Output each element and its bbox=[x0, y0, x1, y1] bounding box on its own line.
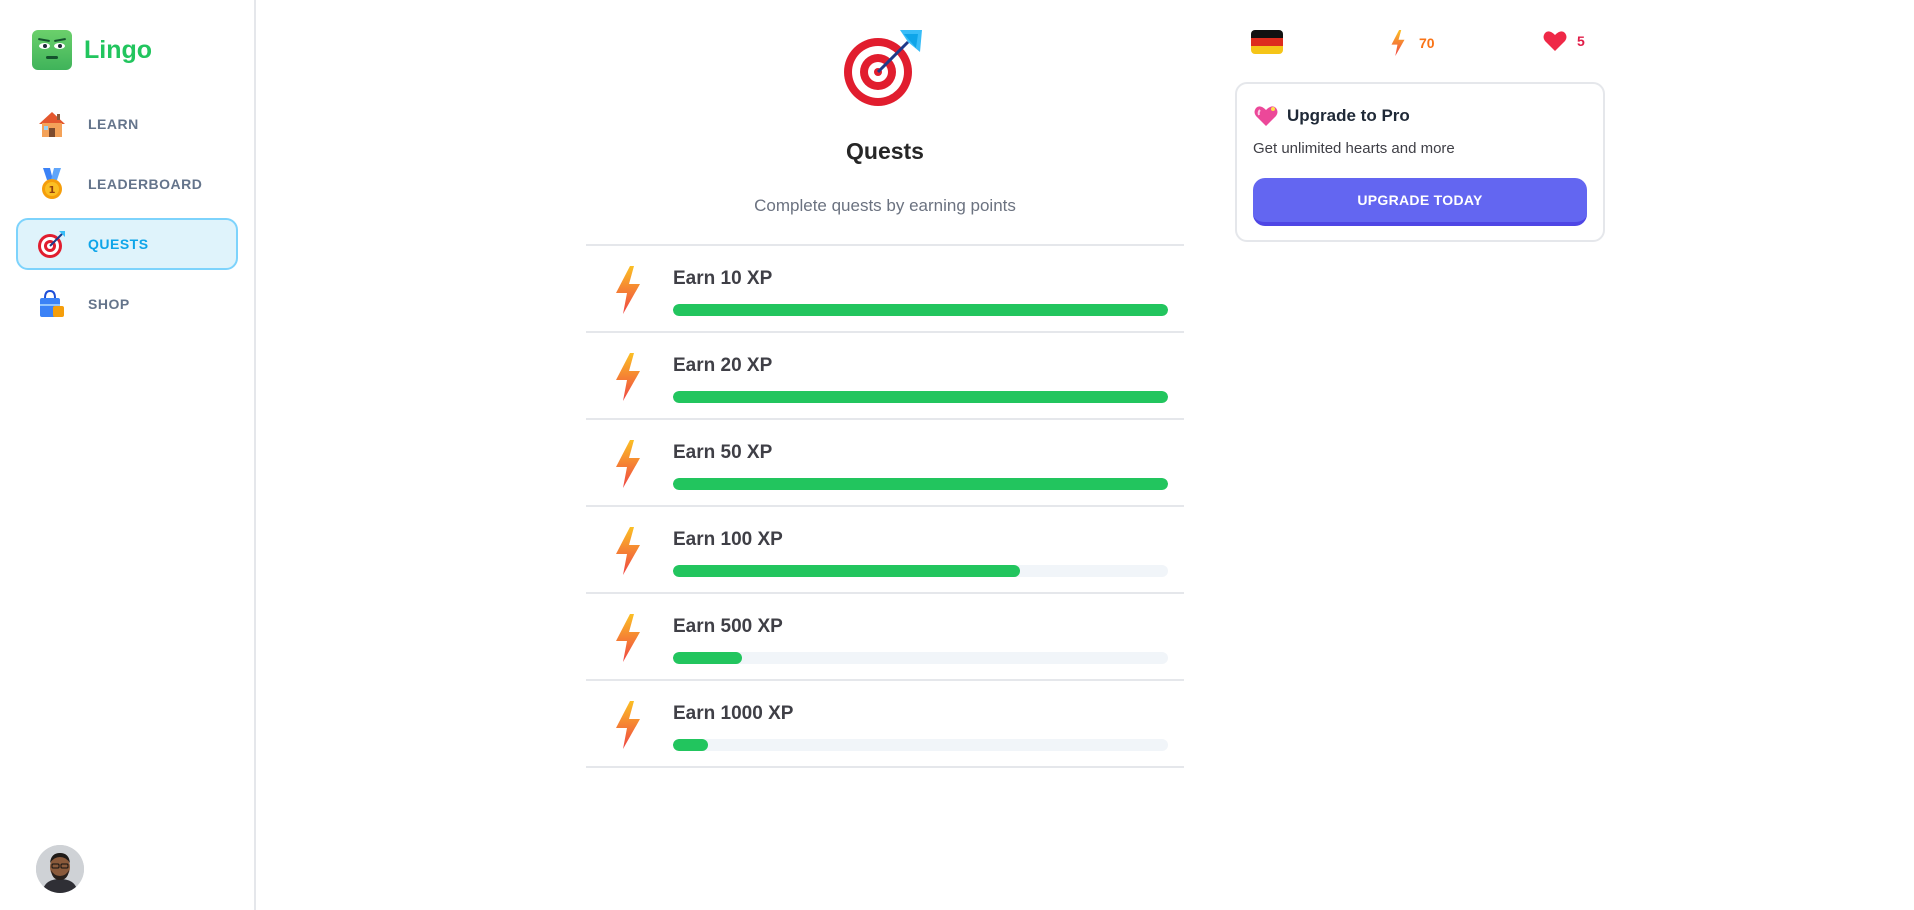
quest-progress-fill bbox=[673, 478, 1168, 490]
quest-title: Earn 20 XP bbox=[673, 355, 773, 376]
lightning-icon bbox=[612, 266, 644, 314]
sidebar-item-learn[interactable]: LEARN bbox=[16, 98, 238, 150]
quest-progress-fill bbox=[673, 565, 1020, 577]
quest-progress-fill bbox=[673, 304, 1168, 316]
hearts-counter[interactable]: 5 bbox=[1543, 30, 1585, 52]
lightning-icon bbox=[612, 440, 644, 488]
quest-progress-fill bbox=[673, 391, 1168, 403]
quest-progress-bar bbox=[673, 565, 1168, 577]
quest-item: Earn 500 XP bbox=[586, 594, 1184, 681]
quest-progress-bar bbox=[673, 478, 1168, 490]
sidebar-item-shop[interactable]: SHOP bbox=[16, 278, 238, 330]
quest-progress-fill bbox=[673, 739, 708, 751]
avatar[interactable] bbox=[36, 845, 84, 893]
quest-title: Earn 10 XP bbox=[673, 268, 773, 289]
quest-list: Earn 10 XP Earn 20 XP Earn 50 XP Earn 10… bbox=[586, 244, 1184, 768]
shopping-bag-icon bbox=[36, 288, 68, 320]
course-flag-button[interactable] bbox=[1251, 30, 1283, 54]
quest-item: Earn 100 XP bbox=[586, 507, 1184, 594]
upgrade-description: Get unlimited hearts and more bbox=[1253, 140, 1455, 157]
quest-item: Earn 20 XP bbox=[586, 333, 1184, 420]
quest-progress-bar bbox=[673, 739, 1168, 751]
lightning-icon bbox=[612, 614, 644, 662]
sidebar-item-label: SHOP bbox=[88, 296, 130, 312]
points-value: 70 bbox=[1419, 35, 1435, 51]
mascot-icon bbox=[32, 30, 72, 70]
svg-text:1: 1 bbox=[49, 185, 56, 196]
target-icon bbox=[842, 26, 924, 108]
sidebar-item-label: LEARN bbox=[88, 116, 139, 132]
quest-title: Earn 1000 XP bbox=[673, 703, 794, 724]
heart-icon bbox=[1543, 31, 1567, 51]
target-icon bbox=[36, 228, 68, 260]
hearts-value: 5 bbox=[1577, 33, 1585, 49]
quest-item: Earn 1000 XP bbox=[586, 681, 1184, 768]
quest-title: Earn 100 XP bbox=[673, 529, 783, 550]
sidebar-item-label: LEADERBOARD bbox=[88, 176, 203, 192]
germany-flag-icon bbox=[1251, 30, 1283, 54]
upgrade-today-button[interactable]: UPGRADE TODAY bbox=[1253, 178, 1587, 226]
quest-title: Earn 50 XP bbox=[673, 442, 773, 463]
sidebar-item-quests[interactable]: QUESTS bbox=[16, 218, 238, 270]
medal-icon: 1 bbox=[36, 168, 68, 200]
quest-progress-fill bbox=[673, 652, 743, 664]
app-name: Lingo bbox=[84, 35, 153, 64]
sidebar-nav: LEARN 1 LEADERBOARD QUESTS SHOP bbox=[16, 98, 238, 338]
lightning-icon bbox=[1391, 30, 1405, 56]
page-title: Quests bbox=[846, 138, 924, 164]
app-logo[interactable]: Lingo bbox=[32, 30, 152, 70]
lightning-icon bbox=[612, 701, 644, 749]
points-counter[interactable]: 70 bbox=[1389, 30, 1435, 56]
lightning-icon bbox=[612, 353, 644, 401]
quest-title: Earn 500 XP bbox=[673, 616, 783, 637]
page-subtitle: Complete quests by earning points bbox=[754, 196, 1016, 215]
sidebar-item-label: QUESTS bbox=[88, 236, 149, 252]
upgrade-card: Upgrade to Pro Get unlimited hearts and … bbox=[1235, 82, 1605, 242]
sidebar: Lingo LEARN 1 LEADERBOARD QUESTS SHOP bbox=[0, 0, 256, 910]
quest-item: Earn 50 XP bbox=[586, 420, 1184, 507]
quest-progress-bar bbox=[673, 304, 1168, 316]
upgrade-title: Upgrade to Pro bbox=[1287, 106, 1410, 125]
quest-progress-bar bbox=[673, 652, 1168, 664]
quest-progress-bar bbox=[673, 391, 1168, 403]
sidebar-item-leaderboard[interactable]: 1 LEADERBOARD bbox=[16, 158, 238, 210]
quest-item: Earn 10 XP bbox=[586, 246, 1184, 333]
upgrade-header: Upgrade to Pro bbox=[1253, 104, 1410, 128]
lightning-icon bbox=[612, 527, 644, 575]
house-icon bbox=[36, 108, 68, 140]
heart-icon bbox=[1254, 106, 1278, 126]
